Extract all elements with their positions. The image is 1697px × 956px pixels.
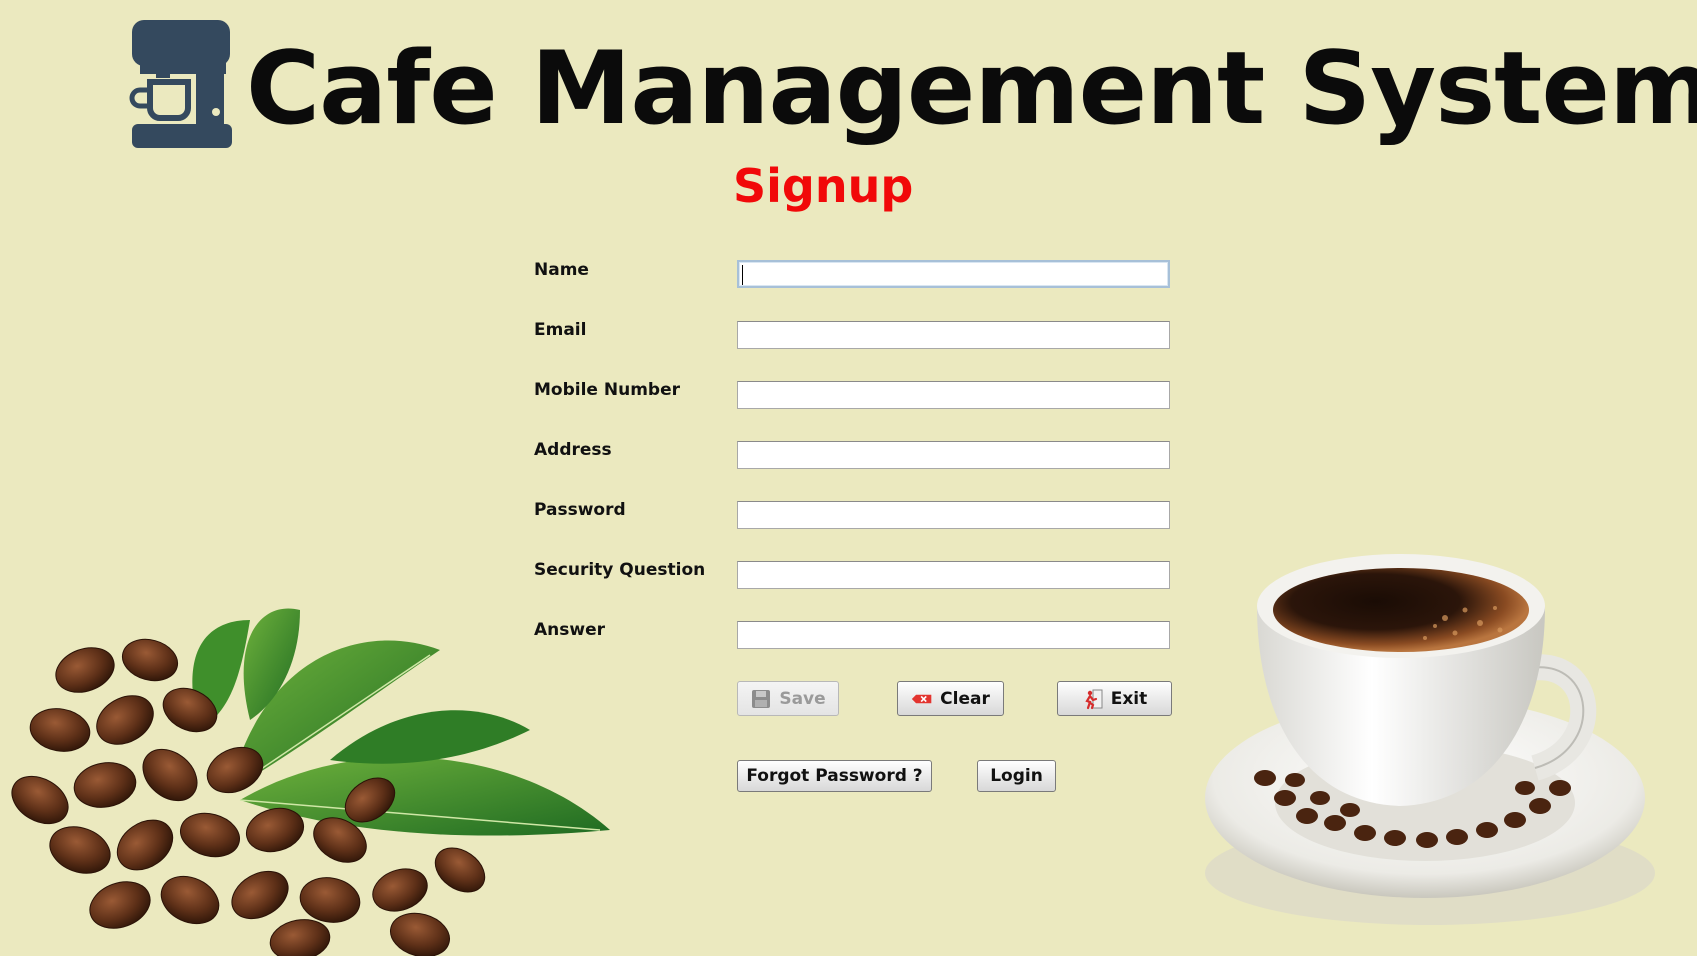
save-button[interactable]: Save [737, 681, 839, 716]
text-caret [742, 265, 743, 285]
mobile-number-label: Mobile Number [534, 380, 680, 400]
password-field[interactable] [737, 501, 1170, 529]
exit-button[interactable]: Exit [1057, 681, 1172, 716]
exit-button-label: Exit [1110, 688, 1148, 709]
mobile-number-field[interactable] [737, 381, 1170, 409]
address-field[interactable] [737, 441, 1170, 469]
floppy-disk-icon [752, 689, 771, 708]
forgot-password-button[interactable]: Forgot Password ? [737, 760, 932, 792]
security-question-label: Security Question [534, 560, 706, 580]
save-button-label: Save [779, 688, 826, 709]
eraser-icon [911, 694, 932, 703]
clear-button[interactable]: Clear [897, 681, 1004, 716]
name-field[interactable] [737, 260, 1170, 288]
answer-field[interactable] [737, 621, 1170, 649]
email-label: Email [534, 320, 587, 340]
form-title: Signup [733, 159, 914, 213]
exit-door-icon [1085, 689, 1103, 709]
coffee-machine-icon [129, 20, 232, 148]
login-button[interactable]: Login [977, 760, 1056, 792]
clear-button-label: Clear [940, 688, 990, 709]
address-label: Address [534, 440, 612, 460]
email-field[interactable] [737, 321, 1170, 349]
name-label: Name [534, 260, 589, 280]
security-question-field[interactable] [737, 561, 1170, 589]
coffee-beans-leaves-image [11, 608, 610, 956]
password-label: Password [534, 500, 626, 520]
app-title: Cafe Management System [246, 29, 1697, 147]
coffee-cup-image [1205, 554, 1655, 925]
